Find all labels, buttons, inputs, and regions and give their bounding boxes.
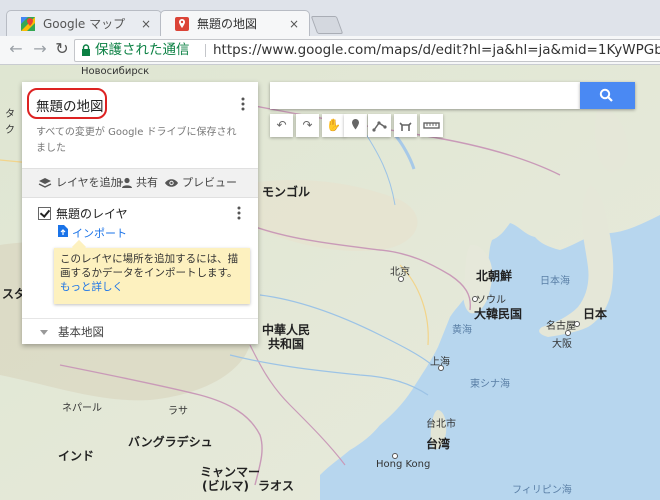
layer-visibility-checkbox[interactable] bbox=[38, 207, 51, 220]
map-label-japan: 日本 bbox=[583, 307, 608, 321]
map-label-bangladesh: バングラデシュ bbox=[128, 435, 213, 449]
back-arrow-icon[interactable]: ← bbox=[6, 39, 26, 59]
map-label-east-china-sea: 東シナ海 bbox=[470, 379, 510, 390]
map-search-input[interactable] bbox=[270, 82, 580, 109]
browser-toolbar: ← → ↻ 保護された通信 https://www.google.com/map… bbox=[0, 36, 660, 65]
map-label-osaka: 大阪 bbox=[552, 339, 572, 350]
layer-row: 無題のレイヤ bbox=[38, 204, 248, 222]
add-layer-label: レイヤを追加 bbox=[56, 176, 122, 189]
preview-button[interactable]: プレビュー bbox=[164, 169, 244, 197]
map-label-philippine-sea: フィリピン海 bbox=[512, 485, 572, 496]
my-maps-icon bbox=[175, 17, 189, 31]
add-layer-button[interactable]: レイヤを追加 bbox=[38, 169, 122, 197]
redo-icon[interactable]: ↷ bbox=[296, 114, 319, 137]
file-upload-icon bbox=[58, 225, 68, 237]
directions-icon[interactable] bbox=[394, 114, 417, 137]
map-label-north-korea: 北朝鮮 bbox=[476, 269, 513, 283]
map-label-nepal: ネパール bbox=[62, 403, 102, 414]
map-label-seoul: ソウル bbox=[476, 295, 506, 306]
map-label-south-korea: 大韓民国 bbox=[474, 307, 523, 321]
layer-tip-tooltip: このレイヤに場所を追加するには、描画するかデータをインポートします。 もっと詳し… bbox=[54, 239, 250, 304]
search-button[interactable] bbox=[580, 82, 635, 109]
reload-icon[interactable]: ↻ bbox=[52, 39, 72, 59]
map-label-nagoya: 名古屋 bbox=[546, 321, 576, 332]
save-status-text: すべての変更が Google ドライブに保存されました bbox=[36, 127, 237, 154]
map-label-ku: ク bbox=[5, 125, 15, 136]
map-label-mongolia: モンゴル bbox=[262, 185, 311, 199]
more-options-icon[interactable] bbox=[240, 96, 246, 112]
share-button[interactable]: 共有 bbox=[118, 169, 164, 197]
search-icon bbox=[599, 88, 613, 102]
undo-icon[interactable]: ↶ bbox=[270, 114, 293, 137]
basemap-section[interactable]: 基本地図 bbox=[22, 318, 258, 345]
panel-action-bar: レイヤを追加 共有 プレビュー bbox=[22, 168, 258, 198]
layer-options-icon[interactable] bbox=[236, 205, 242, 221]
tab-title: Google マップ bbox=[43, 17, 126, 31]
city-marker-osaka bbox=[565, 330, 571, 336]
forward-arrow-icon[interactable]: → bbox=[30, 39, 50, 59]
map-label-yellow-sea: 黄海 bbox=[452, 325, 472, 336]
address-separator bbox=[205, 44, 206, 57]
learn-more-link[interactable]: もっと詳しく bbox=[60, 281, 123, 293]
city-marker-hongkong bbox=[392, 453, 398, 459]
lock-icon bbox=[82, 44, 90, 56]
map-label-taiwan: 台湾 bbox=[426, 437, 451, 451]
ruler-icon[interactable] bbox=[420, 114, 443, 137]
tooltip-arrow bbox=[71, 239, 87, 255]
city-marker-beijing bbox=[398, 276, 404, 282]
eye-icon bbox=[165, 179, 178, 187]
close-tab-icon[interactable]: × bbox=[141, 11, 151, 37]
map-label-sea-of-japan: 日本海 bbox=[540, 276, 570, 287]
browser-tab-bar: Google マップ × 無題の地図 × bbox=[0, 0, 660, 36]
add-marker-icon[interactable] bbox=[344, 114, 367, 137]
map-label-laos: ラオス bbox=[258, 479, 295, 493]
add-person-icon bbox=[118, 177, 132, 188]
map-label-taipei: 台北市 bbox=[426, 419, 456, 430]
new-tab-button[interactable] bbox=[310, 16, 344, 34]
preview-label: プレビュー bbox=[182, 176, 237, 189]
hand-pan-icon[interactable]: ✋ bbox=[322, 114, 345, 137]
google-maps-icon bbox=[21, 17, 35, 31]
tab-title: 無題の地図 bbox=[197, 17, 258, 31]
city-marker-nagoya bbox=[574, 321, 580, 327]
basemap-label: 基本地図 bbox=[58, 325, 104, 339]
draw-line-icon[interactable] bbox=[368, 114, 391, 137]
close-tab-icon[interactable]: × bbox=[289, 11, 299, 37]
map-label-india: インド bbox=[58, 449, 95, 463]
url-text: https://www.google.com/maps/d/edit?hl=ja… bbox=[213, 42, 660, 58]
tip-text: このレイヤに場所を追加するには、描画するかデータをインポートします。 bbox=[60, 253, 239, 279]
city-marker-seoul bbox=[472, 296, 478, 302]
secure-connection-label: 保護された通信 bbox=[95, 42, 190, 58]
tab-untitled-map[interactable]: 無題の地図 × bbox=[160, 10, 310, 36]
map-label-hongkong: Hong Kong bbox=[376, 459, 431, 470]
map-label-ta: タ bbox=[5, 109, 15, 120]
tab-google-maps[interactable]: Google マップ × bbox=[6, 10, 162, 36]
layer-name[interactable]: 無題のレイヤ bbox=[56, 205, 128, 222]
import-label: インポート bbox=[72, 227, 127, 240]
map-label-myanmar-2: (ビルマ) bbox=[202, 479, 249, 493]
map-title[interactable]: 無題の地図 bbox=[36, 95, 104, 115]
layers-icon bbox=[38, 178, 52, 188]
share-label: 共有 bbox=[136, 176, 158, 189]
expand-arrow-icon[interactable] bbox=[40, 330, 48, 335]
map-label-novosibirsk: Новосибирск bbox=[81, 66, 150, 77]
address-bar[interactable]: 保護された通信 https://www.google.com/maps/d/ed… bbox=[74, 39, 660, 62]
map-label-china-2: 共和国 bbox=[268, 337, 305, 351]
map-editor-panel: 無題の地図 すべての変更が Google ドライブに保存されました レイヤを追加… bbox=[22, 82, 258, 344]
city-marker-shanghai bbox=[438, 365, 444, 371]
map-label-lhasa: ラサ bbox=[168, 406, 188, 417]
